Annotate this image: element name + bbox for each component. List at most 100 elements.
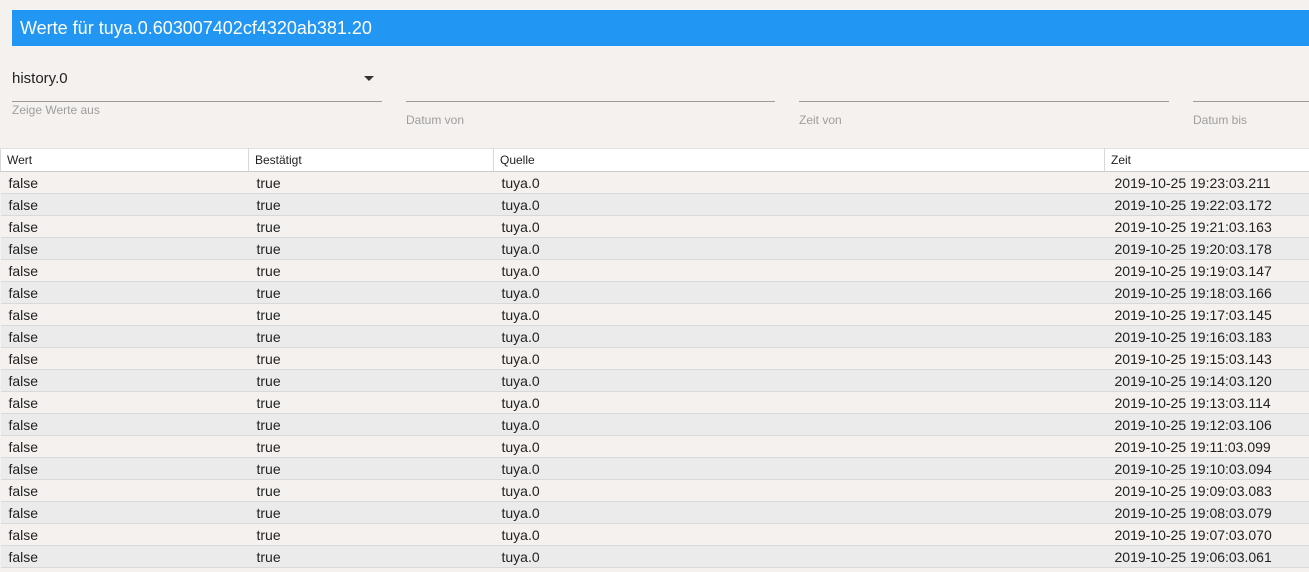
- cell-value: false: [0, 193, 249, 216]
- cell-time: 2019-10-25 19:14:03.120: [1104, 369, 1309, 392]
- table-row[interactable]: false true tuya.0 2019-10-25 19:22:03.172: [0, 193, 1309, 216]
- table-header-row: Wert Bestätigt Quelle Zeit: [0, 148, 1309, 172]
- history-table: Wert Bestätigt Quelle Zeit false true tuya…: [0, 148, 1309, 568]
- cell-acknowledged: true: [248, 237, 494, 260]
- table-row[interactable]: false true tuya.0 2019-10-25 19:09:03.083: [0, 479, 1309, 502]
- cell-time: 2019-10-25 19:12:03.106: [1104, 413, 1309, 436]
- table-row[interactable]: false true tuya.0 2019-10-25 19:17:03.145: [0, 303, 1309, 326]
- table-body: false true tuya.0 2019-10-25 19:23:03.211 fa…: [0, 171, 1309, 568]
- table-row[interactable]: false true tuya.0 2019-10-25 19:14:03.120: [0, 369, 1309, 392]
- column-header-source[interactable]: Quelle: [493, 148, 1105, 172]
- column-header-time[interactable]: Zeit: [1104, 148, 1309, 172]
- cell-value: false: [0, 545, 249, 568]
- cell-source: tuya.0: [493, 545, 1105, 568]
- cell-acknowledged: true: [248, 193, 494, 216]
- cell-time: 2019-10-25 19:06:03.061: [1104, 545, 1309, 568]
- cell-acknowledged: true: [248, 347, 494, 370]
- cell-value: false: [0, 259, 249, 282]
- table-row[interactable]: false true tuya.0 2019-10-25 19:11:03.099: [0, 435, 1309, 458]
- cell-value: false: [0, 435, 249, 458]
- cell-value: false: [0, 303, 249, 326]
- cell-time: 2019-10-25 19:10:03.094: [1104, 457, 1309, 480]
- cell-source: tuya.0: [493, 325, 1105, 348]
- cell-time: 2019-10-25 19:21:03.163: [1104, 215, 1309, 238]
- cell-source: tuya.0: [493, 523, 1105, 546]
- date-to-label: Datum bis: [1193, 113, 1248, 127]
- cell-time: 2019-10-25 19:22:03.172: [1104, 193, 1309, 216]
- instance-select[interactable]: history.0 Zeige Werte aus: [12, 60, 382, 130]
- date-to-underline: [1193, 101, 1309, 102]
- date-from-underline: [406, 101, 775, 102]
- cell-time: 2019-10-25 19:11:03.099: [1104, 435, 1309, 458]
- cell-time: 2019-10-25 19:13:03.114: [1104, 391, 1309, 414]
- cell-acknowledged: true: [248, 215, 494, 238]
- cell-source: tuya.0: [493, 457, 1105, 480]
- cell-acknowledged: true: [248, 435, 494, 458]
- cell-value: false: [0, 347, 249, 370]
- cell-value: false: [0, 391, 249, 414]
- cell-source: tuya.0: [493, 171, 1105, 194]
- cell-value: false: [0, 237, 249, 260]
- cell-source: tuya.0: [493, 501, 1105, 524]
- cell-time: 2019-10-25 19:07:03.070: [1104, 523, 1309, 546]
- cell-source: tuya.0: [493, 369, 1105, 392]
- cell-time: 2019-10-25 19:09:03.083: [1104, 479, 1309, 502]
- cell-source: tuya.0: [493, 237, 1105, 260]
- instance-select-value: history.0: [12, 70, 68, 87]
- cell-acknowledged: true: [248, 281, 494, 304]
- instance-select-underline: [12, 101, 382, 102]
- column-header-acknowledged[interactable]: Bestätigt: [248, 148, 494, 172]
- table-row[interactable]: false true tuya.0 2019-10-25 19:15:03.143: [0, 347, 1309, 370]
- time-from-underline: [799, 101, 1169, 102]
- table-row[interactable]: false true tuya.0 2019-10-25 19:12:03.106: [0, 413, 1309, 436]
- cell-source: tuya.0: [493, 281, 1105, 304]
- cell-time: 2019-10-25 19:23:03.211: [1104, 171, 1309, 194]
- time-from-field[interactable]: Zeit von: [799, 60, 1169, 130]
- cell-source: tuya.0: [493, 259, 1105, 282]
- cell-value: false: [0, 457, 249, 480]
- instance-select-label: Zeige Werte aus: [12, 103, 100, 117]
- cell-time: 2019-10-25 19:08:03.079: [1104, 501, 1309, 524]
- cell-value: false: [0, 281, 249, 304]
- cell-source: tuya.0: [493, 215, 1105, 238]
- cell-acknowledged: true: [248, 457, 494, 480]
- cell-time: 2019-10-25 19:16:03.183: [1104, 325, 1309, 348]
- cell-value: false: [0, 325, 249, 348]
- cell-value: false: [0, 413, 249, 436]
- table-row[interactable]: false true tuya.0 2019-10-25 19:20:03.178: [0, 237, 1309, 260]
- table-row[interactable]: false true tuya.0 2019-10-25 19:21:03.163: [0, 215, 1309, 238]
- date-from-field[interactable]: Datum von: [406, 60, 775, 130]
- cell-acknowledged: true: [248, 523, 494, 546]
- cell-value: false: [0, 369, 249, 392]
- table-row[interactable]: false true tuya.0 2019-10-25 19:18:03.166: [0, 281, 1309, 304]
- cell-acknowledged: true: [248, 325, 494, 348]
- cell-time: 2019-10-25 19:15:03.143: [1104, 347, 1309, 370]
- cell-source: tuya.0: [493, 347, 1105, 370]
- cell-value: false: [0, 171, 249, 194]
- date-to-field[interactable]: Datum bis: [1193, 60, 1309, 130]
- column-header-value[interactable]: Wert: [0, 148, 249, 172]
- history-table-container[interactable]: Wert Bestätigt Quelle Zeit false true tuya…: [0, 148, 1309, 572]
- caret-down-icon[interactable]: [364, 76, 374, 81]
- table-row[interactable]: false true tuya.0 2019-10-25 19:19:03.147: [0, 259, 1309, 282]
- date-from-label: Datum von: [406, 113, 465, 127]
- table-row[interactable]: false true tuya.0 2019-10-25 19:13:03.114: [0, 391, 1309, 414]
- cell-source: tuya.0: [493, 303, 1105, 326]
- dialog-title: Werte für tuya.0.603007402cf4320ab381.20: [12, 10, 1309, 46]
- table-row[interactable]: false true tuya.0 2019-10-25 19:23:03.211: [0, 171, 1309, 194]
- cell-acknowledged: true: [248, 479, 494, 502]
- table-row[interactable]: false true tuya.0 2019-10-25 19:08:03.079: [0, 501, 1309, 524]
- cell-time: 2019-10-25 19:20:03.178: [1104, 237, 1309, 260]
- table-row[interactable]: false true tuya.0 2019-10-25 19:07:03.070: [0, 523, 1309, 546]
- cell-acknowledged: true: [248, 171, 494, 194]
- table-row[interactable]: false true tuya.0 2019-10-25 19:10:03.094: [0, 457, 1309, 480]
- cell-time: 2019-10-25 19:19:03.147: [1104, 259, 1309, 282]
- table-row[interactable]: false true tuya.0 2019-10-25 19:06:03.061: [0, 545, 1309, 568]
- cell-acknowledged: true: [248, 259, 494, 282]
- cell-acknowledged: true: [248, 501, 494, 524]
- cell-source: tuya.0: [493, 413, 1105, 436]
- table-row[interactable]: false true tuya.0 2019-10-25 19:16:03.183: [0, 325, 1309, 348]
- filter-bar: history.0 Zeige Werte aus Datum von Zeit…: [0, 60, 1309, 140]
- cell-time: 2019-10-25 19:17:03.145: [1104, 303, 1309, 326]
- cell-value: false: [0, 501, 249, 524]
